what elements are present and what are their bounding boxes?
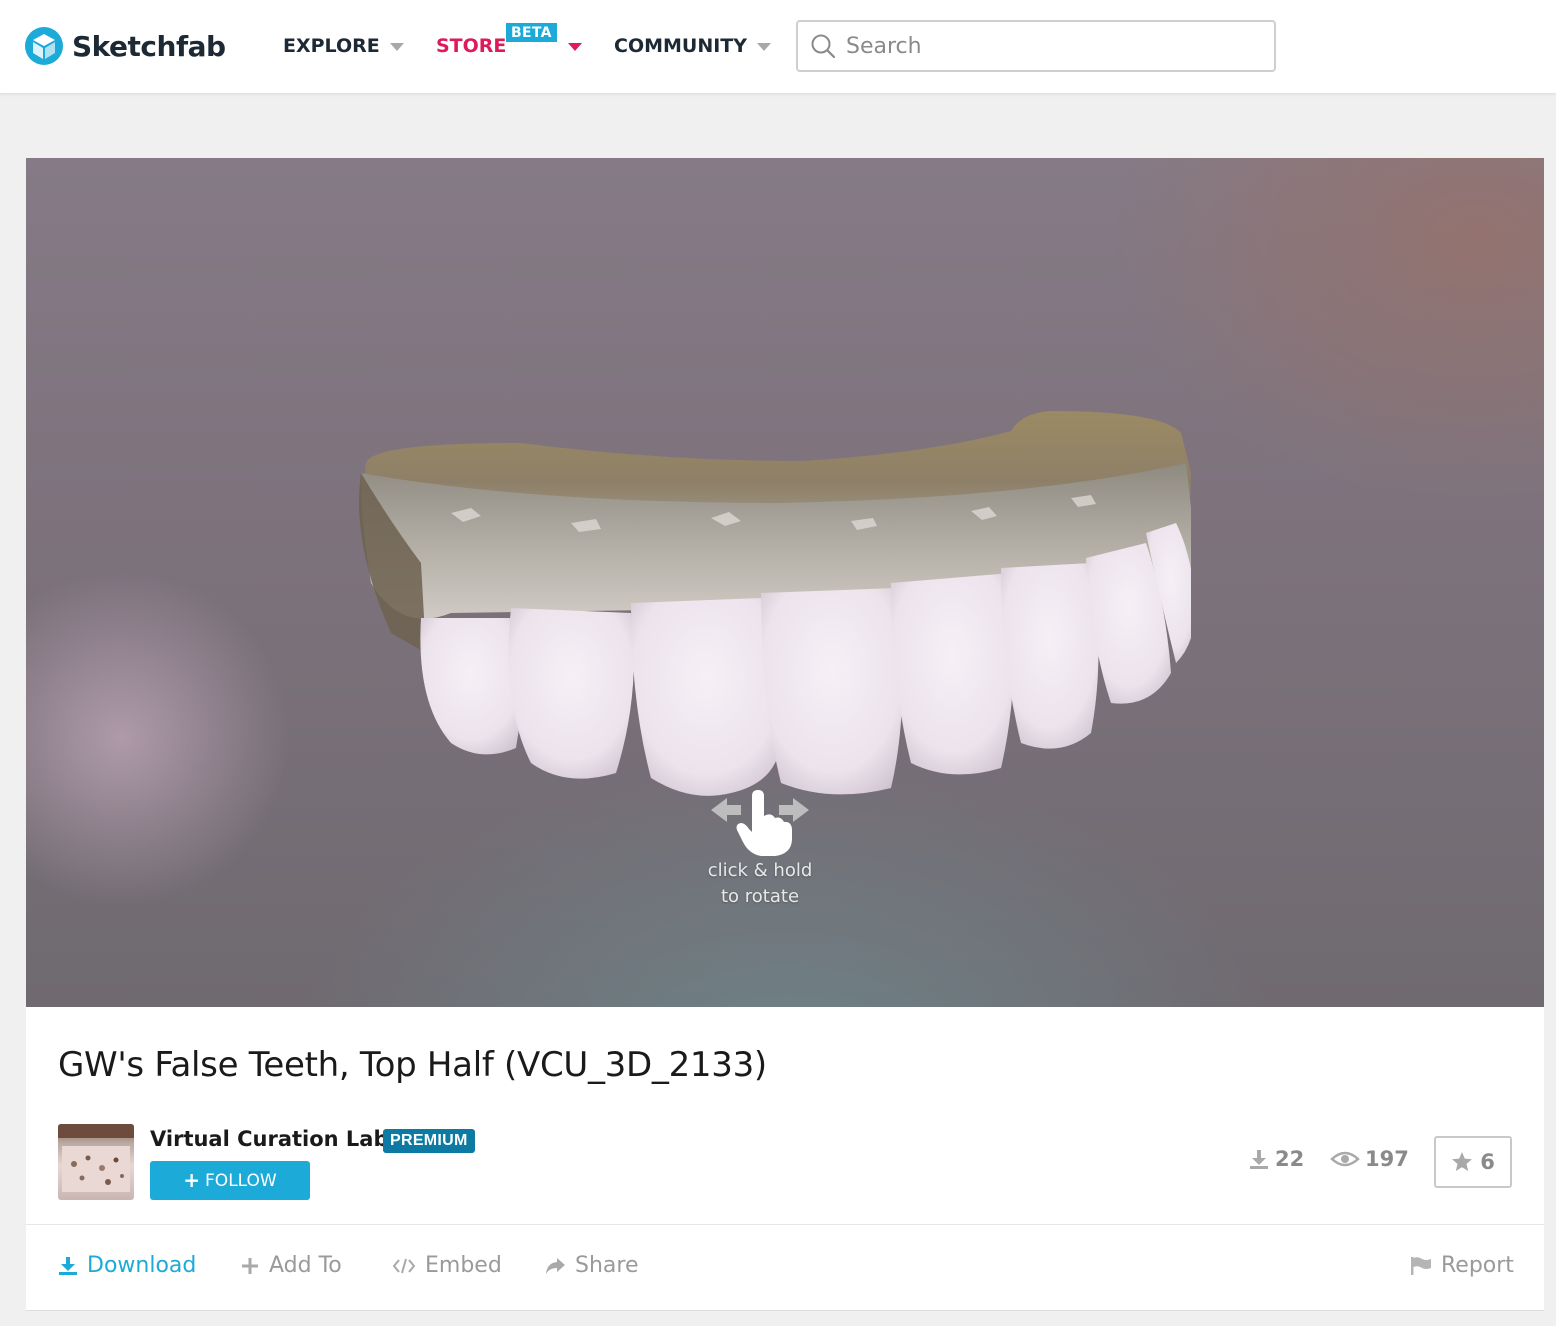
avatar-image [58, 1124, 134, 1192]
nav-community-label: COMMUNITY [614, 35, 748, 57]
false-teeth-model-render [359, 411, 1191, 796]
search-input[interactable] [846, 33, 1246, 59]
premium-badge: PREMIUM [383, 1129, 475, 1153]
author-name[interactable]: Virtual Curation Lab [150, 1127, 389, 1151]
chevron-down-icon [757, 43, 772, 51]
like-button[interactable]: 6 [1434, 1136, 1512, 1188]
chevron-down-icon [389, 43, 404, 51]
author-avatar[interactable] [58, 1124, 134, 1200]
search-box[interactable] [796, 20, 1276, 72]
follow-button-label: FOLLOW [205, 1170, 277, 1191]
view-count-value: 197 [1365, 1147, 1409, 1171]
top-navigation-bar: Sketchfab EXPLORE STORE BETA COMMUNITY [0, 0, 1556, 94]
view-count: 197 [1330, 1147, 1409, 1171]
flag-icon [1411, 1256, 1431, 1275]
share-action-label: Share [575, 1253, 639, 1278]
plus-icon: + [183, 1167, 201, 1192]
sketchfab-logo[interactable]: Sketchfab [24, 26, 226, 66]
add-to-action-label: Add To [269, 1253, 342, 1278]
beta-badge: BETA [506, 23, 557, 42]
nav-explore-label: EXPLORE [283, 35, 380, 57]
share-action[interactable]: Share [544, 1253, 639, 1278]
plus-icon [242, 1257, 258, 1274]
download-count-value: 22 [1275, 1147, 1305, 1171]
search-icon [811, 34, 836, 59]
nav-explore[interactable]: EXPLORE [283, 35, 404, 57]
download-action[interactable]: Download [58, 1253, 196, 1278]
model-title: GW's False Teeth, Top Half (VCU_3D_2133) [58, 1045, 767, 1085]
download-action-label: Download [87, 1253, 197, 1278]
embed-action[interactable]: Embed [392, 1253, 502, 1278]
embed-action-label: Embed [425, 1253, 502, 1278]
nav-community[interactable]: COMMUNITY [614, 35, 772, 57]
logo-wordmark: Sketchfab [72, 29, 226, 63]
follow-button[interactable]: + FOLLOW [150, 1161, 310, 1200]
nav-store[interactable]: STORE BETA [436, 23, 583, 57]
chevron-down-icon [568, 43, 583, 51]
model-viewer[interactable]: click & hold to rotate [26, 158, 1544, 1007]
share-arrow-icon [546, 1257, 565, 1274]
drag-hand-icon [711, 790, 809, 856]
rotate-hint-line-1: click & hold [707, 860, 813, 881]
rotate-hint: click & hold to rotate [700, 788, 820, 910]
download-count: 22 [1248, 1147, 1304, 1171]
download-icon [59, 1256, 77, 1275]
rotate-hint-line-2: to rotate [720, 886, 800, 907]
report-action-label: Report [1441, 1253, 1514, 1278]
model-info-card: GW's False Teeth, Top Half (VCU_3D_2133)… [26, 1007, 1544, 1311]
star-icon [1452, 1152, 1473, 1171]
sketchfab-cube-icon [25, 27, 63, 65]
nav-store-label: STORE [436, 35, 507, 57]
download-icon [1250, 1150, 1268, 1169]
report-action[interactable]: Report [1410, 1253, 1514, 1278]
like-count-value: 6 [1480, 1150, 1495, 1174]
eye-icon [1330, 1151, 1360, 1167]
code-icon [392, 1258, 416, 1273]
add-to-action[interactable]: Add To [240, 1253, 342, 1278]
card-divider [26, 1224, 1544, 1225]
